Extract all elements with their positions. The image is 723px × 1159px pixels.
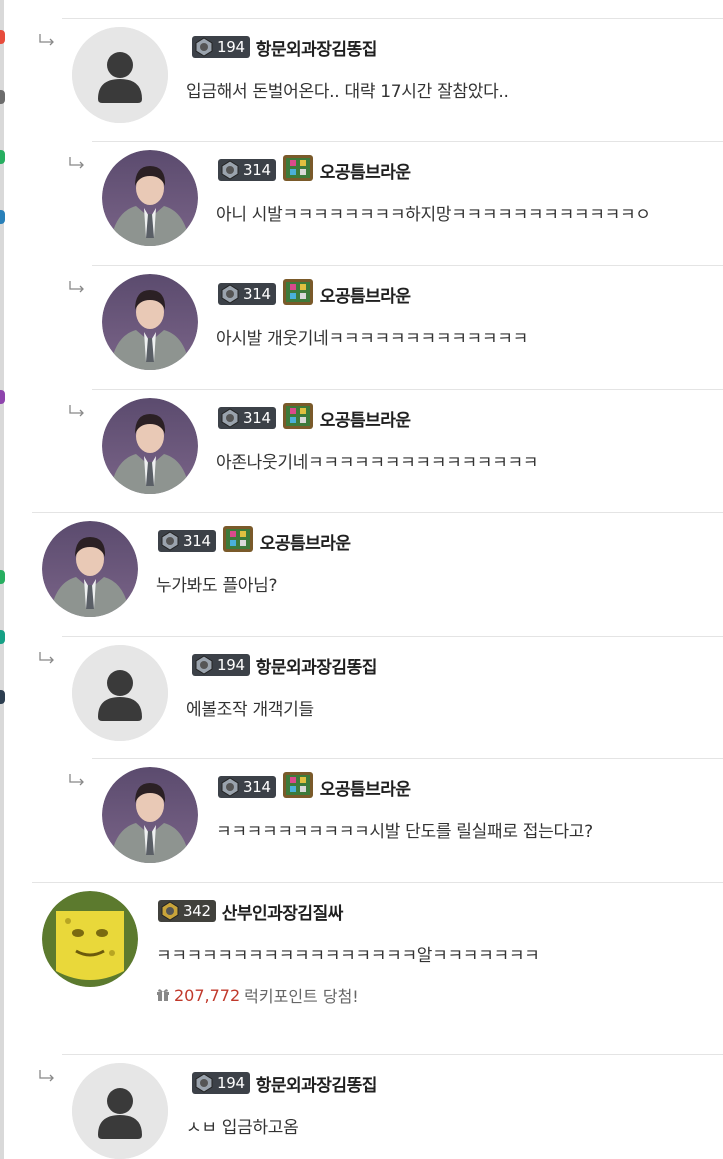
comment-author-meta: 194 항문외과장김똥집 xyxy=(192,35,378,60)
comment-nickname[interactable]: 항문외과장김똥집 xyxy=(256,35,378,60)
avatar[interactable] xyxy=(102,150,198,246)
level-number: 194 xyxy=(217,1074,245,1092)
grade-badge-icon xyxy=(282,278,314,310)
comment-text: 아니 시발ㅋㅋㅋㅋㅋㅋㅋㅋ하지망ㅋㅋㅋㅋㅋㅋㅋㅋㅋㅋㅋㅋㅇ xyxy=(216,205,651,225)
level-badge: 194 xyxy=(192,1072,250,1094)
comment-item: 314 오공틈브라운아존나웃기네ㅋㅋㅋㅋㅋㅋㅋㅋㅋㅋㅋㅋㅋㅋㅋ xyxy=(69,389,723,513)
comment-nickname[interactable]: 오공틈브라운 xyxy=(320,406,411,431)
comment-author-meta: 314 오공틈브라운 xyxy=(218,279,411,307)
level-badge: 314 xyxy=(218,283,276,305)
reply-arrow-icon xyxy=(68,771,86,786)
level-badge: 194 xyxy=(192,36,250,58)
comment-nickname[interactable]: 오공틈브라운 xyxy=(320,282,411,307)
comment-item: 342 산부인과장김질싸 ㅋㅋㅋㅋㅋㅋㅋㅋㅋㅋㅋㅋㅋㅋㅋㅋㅋ알ㅋㅋㅋㅋㅋㅋㅋ 207,… xyxy=(32,882,723,1054)
default-avatar-icon[interactable] xyxy=(72,1063,168,1159)
comment-author-meta: 314 오공틈브라운 xyxy=(158,526,351,554)
level-number: 314 xyxy=(243,285,271,303)
comment-list: 194 항문외과장김똥집 입금해서 돈벌어온다.. 대략 17시간 잘참았다.. 31… xyxy=(0,0,723,1159)
grade-badge-icon xyxy=(282,154,314,186)
comment-item: 314 오공틈브라운누가봐도 플아님? xyxy=(32,512,723,637)
comment-author-meta: 314 오공틈브라운 xyxy=(218,772,411,800)
comment-item: 314 오공틈브라운아니 시발ㅋㅋㅋㅋㅋㅋㅋㅋ하지망ㅋㅋㅋㅋㅋㅋㅋㅋㅋㅋㅋㅋㅇ xyxy=(69,141,723,266)
level-badge: 314 xyxy=(218,407,276,429)
comment-item: 194 항문외과장김똥집에볼조작 개객기들 xyxy=(39,636,723,759)
comment-author-meta: 194 항문외과장김똥집 xyxy=(192,1071,378,1096)
lucky-point-amount: 207,772 xyxy=(174,985,241,1005)
comment-author-meta: 314 오공틈브라운 xyxy=(218,155,411,183)
comment-author-meta: 194 항문외과장김똥집 xyxy=(192,653,378,678)
level-number: 314 xyxy=(243,409,271,427)
avatar[interactable] xyxy=(42,521,138,617)
avatar[interactable] xyxy=(102,274,198,370)
level-number: 342 xyxy=(183,902,211,920)
gift-icon xyxy=(156,986,170,1005)
grade-badge-icon xyxy=(282,402,314,434)
comment-nickname[interactable]: 항문외과장김똥집 xyxy=(256,653,378,678)
avatar[interactable] xyxy=(102,398,198,494)
comment-nickname[interactable]: 항문외과장김똥집 xyxy=(256,1071,378,1096)
lucky-point-notice: 207,772 럭키포인트 당첨! xyxy=(156,983,359,1007)
avatar[interactable] xyxy=(102,767,198,863)
comment-text: 에볼조작 개객기들 xyxy=(186,700,314,720)
comment-nickname[interactable]: 오공틈브라운 xyxy=(260,529,351,554)
grade-badge-icon xyxy=(282,771,314,803)
avatar[interactable] xyxy=(42,891,138,987)
grade-badge-icon xyxy=(222,525,254,557)
comment-item: 314 오공틈브라운 ㅋㅋㅋㅋㅋㅋㅋㅋㅋㅋ시발 단도를 릴실패로 접는다고? xyxy=(69,758,723,883)
default-avatar-icon[interactable] xyxy=(72,27,168,123)
level-number: 314 xyxy=(183,532,211,550)
comment-nickname[interactable]: 오공틈브라운 xyxy=(320,158,411,183)
comment-nickname[interactable]: 산부인과장김질싸 xyxy=(222,899,344,924)
comment-text: ㅋㅋㅋㅋㅋㅋㅋㅋㅋㅋㅋㅋㅋㅋㅋㅋㅋ알ㅋㅋㅋㅋㅋㅋㅋ xyxy=(156,946,540,966)
level-badge: 314 xyxy=(158,530,216,552)
reply-arrow-icon xyxy=(38,31,56,46)
level-badge: 194 xyxy=(192,654,250,676)
comment-text: ㅅㅂ 입금하고옴 xyxy=(186,1118,299,1138)
level-number: 194 xyxy=(217,38,245,56)
comment-item: 194 항문외과장김똥집 ㅅㅂ 입금하고옴 xyxy=(39,1054,723,1159)
reply-arrow-icon xyxy=(68,402,86,417)
level-number: 314 xyxy=(243,161,271,179)
comment-text: 아시발 개웃기네ㅋㅋㅋㅋㅋㅋㅋㅋㅋㅋㅋㅋㅋ xyxy=(216,329,528,349)
level-badge: 342 xyxy=(158,900,216,922)
comment-text: 입금해서 돈벌어온다.. 대략 17시간 잘참았다.. xyxy=(186,82,509,102)
lucky-point-label: 럭키포인트 당첨! xyxy=(244,987,359,1006)
comment-text: 누가봐도 플아님? xyxy=(156,576,278,596)
comment-item: 314 오공틈브라운아시발 개웃기네ㅋㅋㅋㅋㅋㅋㅋㅋㅋㅋㅋㅋㅋ xyxy=(69,265,723,390)
comment-author-meta: 314 오공틈브라운 xyxy=(218,403,411,431)
comment-item: 194 항문외과장김똥집입금해서 돈벌어온다.. 대략 17시간 잘참았다.. xyxy=(39,18,723,142)
comment-text: 아존나웃기네ㅋㅋㅋㅋㅋㅋㅋㅋㅋㅋㅋㅋㅋㅋㅋ xyxy=(216,453,539,473)
comment-nickname[interactable]: 오공틈브라운 xyxy=(320,775,411,800)
reply-arrow-icon xyxy=(68,278,86,293)
reply-arrow-icon xyxy=(68,154,86,169)
level-number: 194 xyxy=(217,656,245,674)
reply-arrow-icon xyxy=(38,1067,56,1082)
reply-arrow-icon xyxy=(38,649,56,664)
level-badge: 314 xyxy=(218,159,276,181)
default-avatar-icon[interactable] xyxy=(72,645,168,741)
comment-author-meta: 342 산부인과장김질싸 xyxy=(158,899,344,924)
level-badge: 314 xyxy=(218,776,276,798)
level-number: 314 xyxy=(243,778,271,796)
comment-text: ㅋㅋㅋㅋㅋㅋㅋㅋㅋㅋ시발 단도를 릴실패로 접는다고? xyxy=(216,822,593,842)
